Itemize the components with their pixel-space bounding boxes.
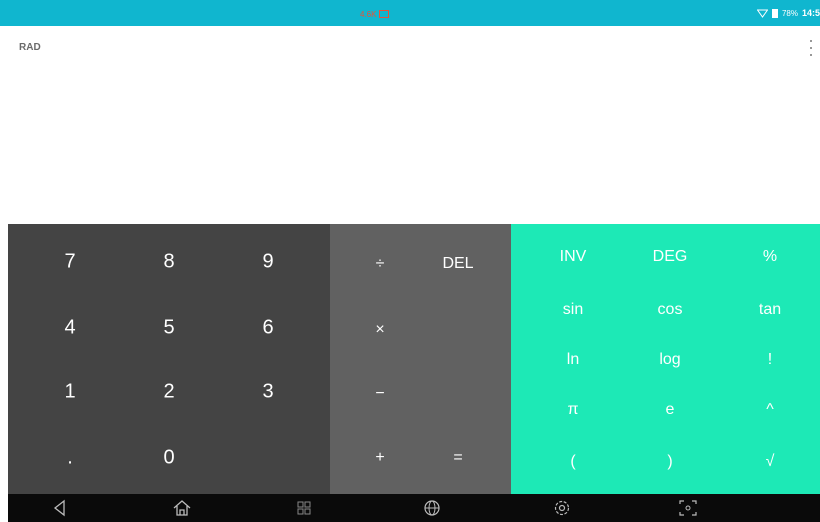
home-icon[interactable] (171, 498, 193, 518)
key-multiply[interactable]: × (375, 321, 384, 339)
key-3[interactable]: 3 (262, 381, 273, 404)
screenshot-icon[interactable] (677, 498, 699, 518)
number-pad: 7 8 9 4 5 6 1 2 3 . 0 (8, 224, 330, 494)
key-percent[interactable]: % (763, 248, 777, 266)
key-e[interactable]: e (666, 401, 675, 419)
notification-icon (379, 10, 390, 18)
key-pi[interactable]: π (567, 401, 578, 419)
status-right: 78% 14:5 (756, 7, 820, 19)
key-sqrt[interactable]: √ (766, 453, 775, 471)
key-equals[interactable]: = (453, 449, 462, 467)
key-open-paren[interactable]: ( (570, 453, 575, 471)
key-tan[interactable]: tan (759, 301, 781, 319)
key-7[interactable]: 7 (64, 251, 75, 274)
angle-mode-label: RAD (19, 42, 41, 53)
back-icon[interactable] (49, 498, 71, 518)
key-inv[interactable]: INV (560, 248, 587, 266)
key-4[interactable]: 4 (64, 317, 75, 340)
key-divide[interactable]: ÷ (376, 255, 385, 273)
key-0[interactable]: 0 (163, 447, 174, 470)
network-indicator: 4.6K (360, 8, 390, 20)
settings-icon[interactable] (551, 498, 573, 518)
navigation-bar (8, 494, 820, 522)
key-5[interactable]: 5 (163, 317, 174, 340)
key-2[interactable]: 2 (163, 381, 174, 404)
key-ln[interactable]: ln (567, 351, 579, 369)
battery-percent: 78% (781, 8, 798, 18)
key-cos[interactable]: cos (658, 301, 683, 319)
operator-pad: ÷ DEL × − + = (330, 224, 511, 494)
calculator-display[interactable]: RAD (0, 26, 820, 224)
globe-icon[interactable] (421, 498, 443, 518)
network-speed: 4.6K (360, 9, 377, 19)
key-close-paren[interactable]: ) (667, 453, 672, 471)
key-6[interactable]: 6 (262, 317, 273, 340)
status-bar: 4.6K 78% 14:5 (0, 0, 820, 26)
overflow-menu-icon[interactable] (806, 40, 816, 56)
key-8[interactable]: 8 (163, 251, 174, 274)
battery-icon (771, 8, 778, 18)
key-delete[interactable]: DEL (442, 255, 473, 273)
wifi-icon (756, 9, 768, 18)
key-minus[interactable]: − (375, 385, 384, 403)
scientific-pad: INV DEG % sin cos tan ln log ! π e ^ ( )… (511, 224, 820, 494)
key-power[interactable]: ^ (766, 401, 774, 419)
key-log[interactable]: log (659, 351, 680, 369)
key-deg[interactable]: DEG (653, 248, 688, 266)
key-sin[interactable]: sin (563, 301, 583, 319)
key-1[interactable]: 1 (64, 381, 75, 404)
key-plus[interactable]: + (375, 449, 384, 467)
key-9[interactable]: 9 (262, 251, 273, 274)
clock: 14:5 (801, 8, 820, 18)
recent-apps-icon[interactable] (293, 498, 315, 518)
key-factorial[interactable]: ! (768, 351, 772, 369)
key-decimal[interactable]: . (67, 447, 73, 470)
